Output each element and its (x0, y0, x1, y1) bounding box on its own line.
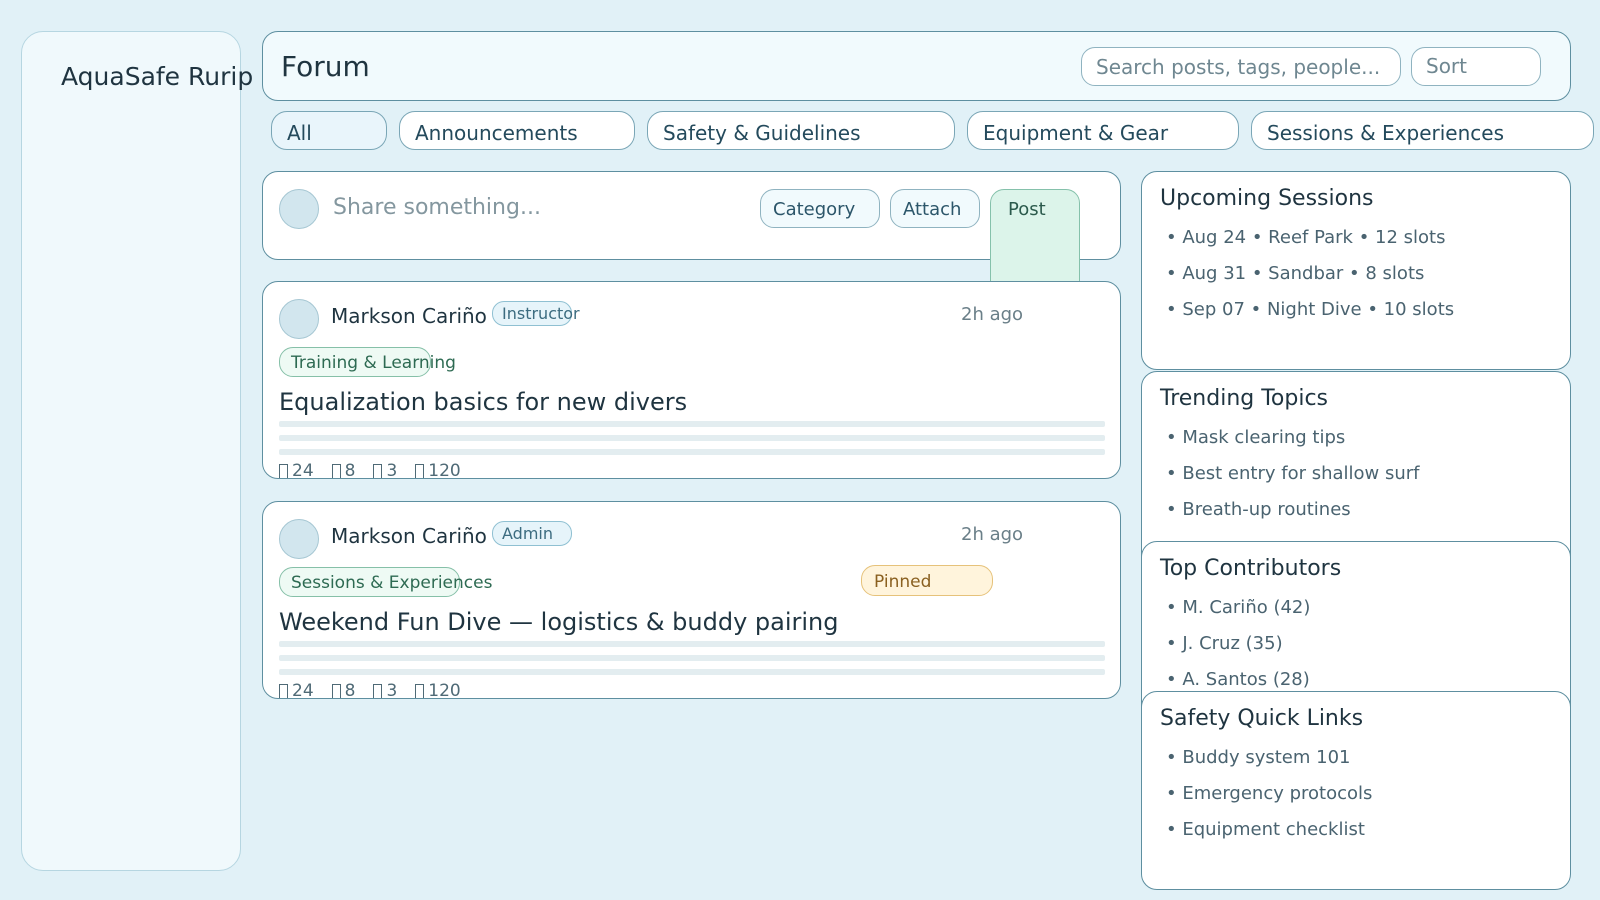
safety-link[interactable]: • Buddy system 101 (1166, 747, 1350, 768)
card-title: Upcoming Sessions (1160, 186, 1374, 211)
role-badge: Instructor (492, 301, 580, 326)
view-stat: 120 (415, 461, 461, 479)
post-composer: Category Attach Post (262, 171, 1121, 387)
post-time: 2h ago (961, 304, 1024, 325)
share-count: 3 (386, 681, 398, 699)
brand-name[interactable]: AquaSafe Rurip (61, 62, 253, 91)
tab-sessions-experiences[interactable]: Sessions & Experiences (1251, 111, 1594, 150)
view-count: 120 (428, 461, 461, 479)
post-title[interactable]: Equalization basics for new divers (279, 388, 687, 416)
like-count: 24 (292, 461, 314, 479)
text-placeholder-line (279, 669, 1105, 675)
category-tag[interactable]: Sessions & Experiences (279, 567, 492, 597)
tab-equipment-gear[interactable]: Equipment & Gear (967, 111, 1239, 150)
comment-count: 8 (344, 681, 356, 699)
contributor-item[interactable]: • J. Cruz (35) (1166, 633, 1283, 654)
text-placeholder-line (279, 641, 1105, 647)
post-title[interactable]: Weekend Fun Dive — logistics & buddy pai… (279, 608, 839, 636)
session-item[interactable]: • Sep 07 • Night Dive • 10 slots (1166, 299, 1454, 320)
text-placeholder-line (279, 421, 1105, 427)
page-title: Forum (281, 50, 370, 83)
share-stat[interactable]: 3 (373, 681, 398, 699)
share-icon (373, 683, 383, 698)
comment-count: 8 (344, 461, 356, 479)
topic-item[interactable]: • Mask clearing tips (1166, 427, 1345, 448)
text-placeholder-line (279, 655, 1105, 661)
safety-link[interactable]: • Equipment checklist (1166, 819, 1365, 840)
post-stats: 24 8 3 120 (279, 461, 461, 479)
category-tag[interactable]: Training & Learning (279, 347, 456, 377)
session-item[interactable]: • Aug 24 • Reef Park • 12 slots (1166, 227, 1446, 248)
post-author[interactable]: Markson Cariño (331, 524, 487, 548)
tab-all[interactable]: All (271, 111, 387, 150)
text-placeholder-line (279, 435, 1105, 441)
sidebar: AquaSafe Rurip (21, 31, 253, 871)
safety-quick-links-card: Safety Quick Links • Buddy system 101 • … (1141, 691, 1571, 890)
view-count: 120 (428, 681, 461, 699)
safety-link[interactable]: • Emergency protocols (1166, 783, 1372, 804)
post-stats: 24 8 3 120 (279, 681, 461, 699)
view-icon (415, 683, 425, 698)
like-icon (279, 683, 288, 698)
post-card[interactable]: Markson Cariño Instructor 2h ago Trainin… (262, 281, 1121, 479)
share-count: 3 (386, 461, 398, 479)
like-count: 24 (292, 681, 314, 699)
card-title: Trending Topics (1160, 386, 1329, 411)
search-input[interactable] (1081, 47, 1401, 86)
view-stat: 120 (415, 681, 461, 699)
like-icon (279, 463, 288, 478)
post-time: 2h ago (961, 524, 1024, 545)
comment-stat[interactable]: 8 (331, 681, 356, 699)
text-placeholder-line (279, 449, 1105, 455)
view-icon (415, 463, 425, 478)
post-card[interactable]: Markson Cariño Admin 2h ago Sessions & E… (262, 501, 1121, 699)
topic-item[interactable]: • Breath-up routines (1166, 499, 1351, 520)
card-title: Safety Quick Links (1160, 706, 1364, 731)
contributor-item[interactable]: • M. Cariño (42) (1166, 597, 1310, 618)
avatar (279, 299, 319, 339)
comment-stat[interactable]: 8 (331, 461, 356, 479)
tab-announcements[interactable]: Announcements (399, 111, 635, 150)
role-badge: Admin (492, 521, 572, 546)
card-title: Top Contributors (1160, 556, 1342, 581)
attach-button[interactable]: Attach (890, 189, 980, 228)
upcoming-sessions-card: Upcoming Sessions • Aug 24 • Reef Park •… (1141, 171, 1571, 370)
composer-input[interactable] (333, 195, 713, 220)
share-icon (373, 463, 383, 478)
post-author[interactable]: Markson Cariño (331, 304, 487, 328)
header-bar: Forum Sort (262, 31, 1571, 101)
tab-safety-guidelines[interactable]: Safety & Guidelines (647, 111, 955, 150)
pinned-badge: Pinned (861, 565, 993, 596)
category-button[interactable]: Category (760, 189, 880, 228)
avatar (279, 189, 319, 229)
avatar (279, 519, 319, 559)
share-stat[interactable]: 3 (373, 461, 398, 479)
topic-item[interactable]: • Best entry for shallow surf (1166, 463, 1420, 484)
session-item[interactable]: • Aug 31 • Sandbar • 8 slots (1166, 263, 1424, 284)
comment-icon (331, 683, 341, 698)
like-stat[interactable]: 24 (279, 461, 314, 479)
comment-icon (331, 463, 341, 478)
sort-button[interactable]: Sort (1411, 47, 1541, 86)
like-stat[interactable]: 24 (279, 681, 314, 699)
contributor-item[interactable]: • A. Santos (28) (1166, 669, 1310, 690)
